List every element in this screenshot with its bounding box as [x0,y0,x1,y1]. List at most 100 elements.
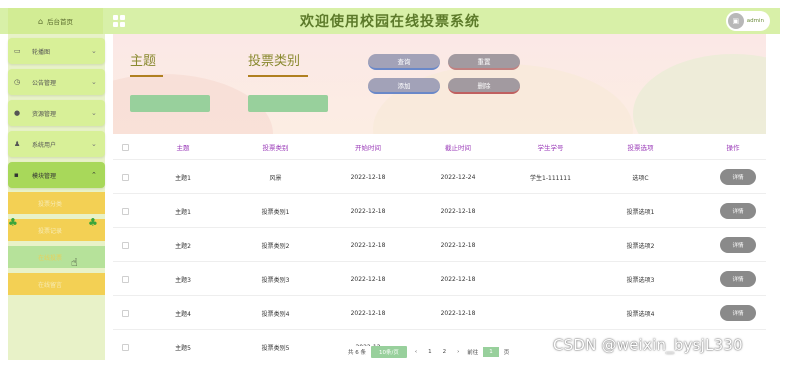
table-row: 主题4 投票类别4 2022-12-18 2022-12-18 投票选项4 详情 [113,296,766,330]
detail-button[interactable]: 详情 [720,203,756,219]
cell-student [503,262,598,296]
page-size-select[interactable]: 10条/页 [371,346,407,358]
clock-icon: ◷ [14,78,21,86]
cell-end: 2022-12-24 [440,173,476,181]
detail-button[interactable]: 详情 [720,271,756,287]
column-header: 主题 [176,144,190,152]
sidebar-item-label: 轮播图 [32,48,51,56]
query-button[interactable]: 查询 [368,54,440,70]
submenu-item-online-vote[interactable]: 在线投票 [8,246,105,268]
cell-theme: 主题1 [175,208,191,216]
column-header: 截止时间 [445,144,471,152]
cell-student: 学生1-111111 [530,174,571,182]
page-suffix: 页 [503,350,510,356]
theme-label: 主题 [130,54,157,69]
table-header: 主题 投票类别 开始时间 截止时间 学生学号 投票选项 操作 [113,134,766,160]
main-panel: 主题 投票类别 查询 重置 添加 删除 主题 投票类别 开始时间 截止时间 学生… [113,34,766,360]
pagination: 共 6 条 10条/页 ‹ 1 2 › 前往 1 页 [346,346,512,358]
chevron-down-icon: ⌄ [91,78,97,86]
sidebar-item-carousel[interactable]: ▭ 轮播图 ⌄ [8,38,105,64]
theme-input[interactable] [130,95,210,112]
cell-student [503,296,598,330]
image-icon: ▭ [14,47,21,55]
cell-end: 2022-12-18 [440,241,476,249]
user-menu[interactable]: ▣ admin [725,11,770,31]
submenu-item-online-message[interactable]: 在线留言 [8,273,105,295]
table-row: 主题1 投票类别1 2022-12-18 2022-12-18 投票选项1 详情 [113,194,766,228]
page-number-2[interactable]: 2 [440,349,450,355]
sidebar: ▭ 轮播图 ⌄ ◷ 公告管理 ⌄ ● 资源管理 ⌄ ♟ 系统用户 ⌄ ▪ 模块管… [8,34,105,360]
category-underline [248,75,308,77]
sidebar-item-users[interactable]: ♟ 系统用户 ⌄ [8,131,105,157]
cell-category: 风景 [269,174,282,182]
cell-option: 投票选项2 [626,242,655,250]
row-checkbox[interactable] [121,309,129,317]
cell-theme: 主题2 [175,242,191,250]
cell-option: 投票选项3 [626,276,655,284]
cell-theme: 主题5 [175,344,191,352]
sidebar-item-notice[interactable]: ◷ 公告管理 ⌄ [8,69,105,95]
cell-start: 2022-12-18 [350,207,386,215]
column-header: 投票类别 [262,144,289,152]
sidebar-item-modules[interactable]: ▪ 模块管理 ⌃ [8,162,105,188]
chevron-down-icon: ⌄ [91,109,97,117]
page-number-1[interactable]: 1 [425,349,435,355]
row-checkbox[interactable] [121,173,129,181]
cell-category: 投票类别3 [261,276,290,284]
detail-button[interactable]: 详情 [720,305,756,321]
chevron-up-icon: ⌃ [91,171,97,179]
row-checkbox[interactable] [121,275,129,283]
data-table: 主题 投票类别 开始时间 截止时间 学生学号 投票选项 操作 主题1 风景 20… [113,134,766,360]
category-label: 投票类别 [248,54,301,69]
chevron-down-icon: ⌄ [91,140,97,148]
cell-end: 2022-12-18 [440,207,476,215]
cell-theme: 主题3 [175,276,191,284]
next-page-button[interactable]: › [454,349,462,355]
cell-start: 2022-12-18 [350,173,386,181]
cell-start: 2022-12-18 [350,241,386,249]
row-checkbox[interactable] [121,343,129,351]
detail-button[interactable]: 详情 [720,169,756,185]
sidebar-item-resources[interactable]: ● 资源管理 ⌄ [8,100,105,126]
select-all-checkbox[interactable] [121,143,129,151]
sidebar-item-label: 模块管理 [32,172,57,180]
cell-student [503,194,598,228]
chevron-down-icon: ⌄ [91,47,97,55]
cell-student [503,228,598,262]
hand-cursor-icon: ☝ [71,256,78,269]
user-name: admin [746,18,764,24]
delete-button[interactable]: 删除 [448,78,520,94]
cell-end: 2022-12-18 [440,275,476,283]
avatar-icon: ▣ [727,13,744,29]
goto-page-input[interactable]: 1 [483,347,499,357]
app-window: ⌂ 后台首页 欢迎使用校园在线投票系统 ▣ admin ▭ 轮播图 ⌄ ◷ 公告… [0,0,786,366]
cell-option: 选项C [632,174,649,182]
category-input[interactable] [248,95,328,112]
add-button[interactable]: 添加 [368,78,440,94]
row-checkbox[interactable] [121,241,129,249]
column-header: 操作 [726,144,740,152]
column-header: 开始时间 [355,144,381,152]
column-header: 学生学号 [537,144,564,152]
cell-theme: 主题4 [175,310,191,318]
cell-end: 2022-12-18 [440,309,476,317]
sidebar-item-label: 公告管理 [32,79,57,87]
cell-start: 2022-12-18 [350,309,386,317]
row-checkbox[interactable] [121,207,129,215]
cell-category: 投票类别5 [261,344,290,352]
cell-category: 投票类别4 [261,310,290,318]
detail-button[interactable]: 详情 [720,237,756,253]
reset-button[interactable]: 重置 [448,54,520,70]
user-icon: ♟ [14,140,21,148]
submenu-item-vote-category[interactable]: 投票分类 [8,192,105,214]
theme-underline [130,75,163,77]
cell-theme: 主题1 [175,174,191,182]
pagination-total: 共 6 条 [348,350,366,356]
tree-decoration-icon: ♣ [88,216,98,229]
cell-option: 投票选项4 [626,310,655,318]
tree-decoration-icon: ♣ [8,216,18,229]
prev-page-button[interactable]: ‹ [412,349,420,355]
cell-category: 投票类别2 [261,242,290,250]
table-row: 主题2 投票类别2 2022-12-18 2022-12-18 投票选项2 详情 [113,228,766,262]
sidebar-item-label: 系统用户 [32,141,57,149]
